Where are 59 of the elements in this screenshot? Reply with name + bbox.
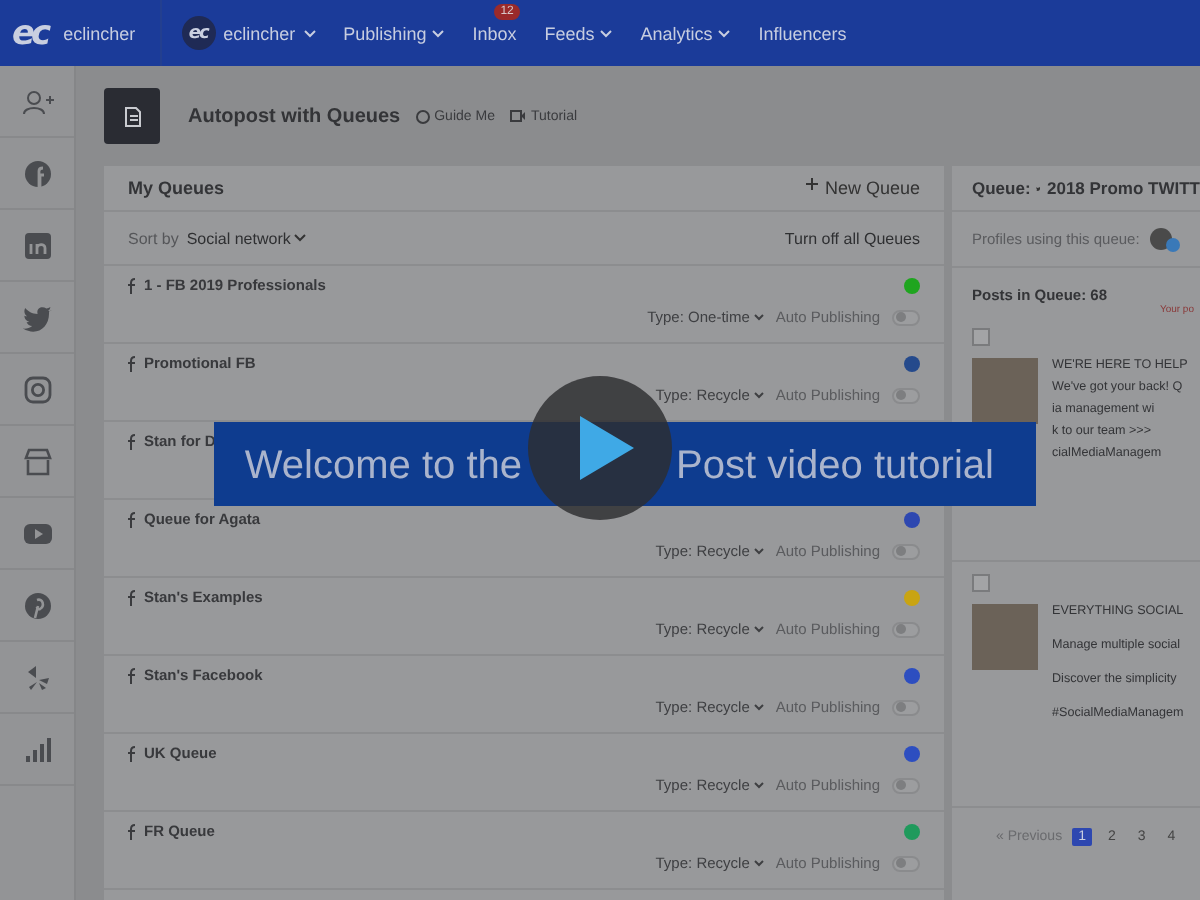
facebook-icon[interactable] (21, 159, 53, 187)
storefront-icon[interactable] (21, 447, 53, 475)
caret-icon (753, 859, 764, 867)
caret-icon (294, 234, 307, 242)
caret-icon (753, 391, 764, 399)
nav-menu-item[interactable]: Publishing (343, 23, 445, 43)
facebook-icon (128, 511, 136, 527)
facebook-icon (128, 745, 136, 761)
facebook-icon (128, 589, 136, 605)
sort-dropdown[interactable]: Social network (186, 229, 307, 247)
caret-icon (753, 781, 764, 789)
facebook-icon (128, 823, 136, 839)
photo-placeholder (972, 604, 1038, 670)
caret-icon (753, 703, 764, 711)
caret-icon (303, 29, 316, 37)
facebook-icon (128, 667, 136, 683)
twitter-icon[interactable] (21, 303, 53, 331)
help-icon (416, 109, 431, 123)
nav-menu-item[interactable]: Feeds (544, 23, 613, 43)
caret-icon (753, 313, 764, 321)
bar-chart-icon[interactable] (21, 735, 53, 763)
toggle-switch[interactable] (892, 855, 920, 871)
nav-menu-item[interactable]: Influencers (758, 23, 847, 43)
sort-label: Sort by (128, 229, 179, 247)
toggle-switch[interactable] (892, 777, 920, 793)
caret-icon (753, 547, 764, 555)
new-queue-button[interactable]: New Queue (806, 178, 920, 198)
checkbox[interactable] (972, 328, 990, 346)
nav-menu-item[interactable]: Analytics (640, 23, 731, 43)
video-caption: Welcome to the (242, 443, 522, 489)
caret-icon (753, 625, 764, 633)
pinterest-icon[interactable] (21, 591, 53, 619)
queue-label: Queue: (972, 178, 1031, 198)
document-icon (123, 105, 141, 127)
account-menu[interactable]: ec eclincher (161, 16, 316, 50)
avatar: ec (181, 16, 216, 50)
facebook-icon (128, 277, 136, 293)
add-user-icon[interactable] (21, 87, 53, 115)
toggle-switch[interactable] (892, 387, 920, 403)
brand-name: eclincher (63, 23, 136, 43)
linkedin-icon[interactable] (21, 231, 53, 259)
toggle-switch[interactable] (892, 309, 920, 325)
facebook-icon (128, 355, 136, 371)
toggle-switch[interactable] (892, 699, 920, 715)
video-camera-icon (510, 110, 527, 122)
facebook-icon (128, 433, 136, 449)
checkbox[interactable] (972, 574, 990, 592)
toggle-switch[interactable] (892, 543, 920, 559)
youtube-icon[interactable] (21, 519, 53, 547)
card-title: My Queues (128, 178, 225, 198)
toggle-switch[interactable] (892, 621, 920, 637)
instagram-icon[interactable] (21, 375, 53, 403)
turn-off-queues-link[interactable]: Turn off all Queues (784, 229, 920, 247)
logo-mark: ec (12, 13, 48, 53)
photo-placeholder (972, 358, 1038, 424)
queue-title: 2018 Promo TWITT (1046, 178, 1200, 198)
video-caption: Post video tutorial (676, 443, 994, 489)
page-title: Autopost with Queues (188, 105, 401, 127)
plus-icon (806, 178, 819, 190)
